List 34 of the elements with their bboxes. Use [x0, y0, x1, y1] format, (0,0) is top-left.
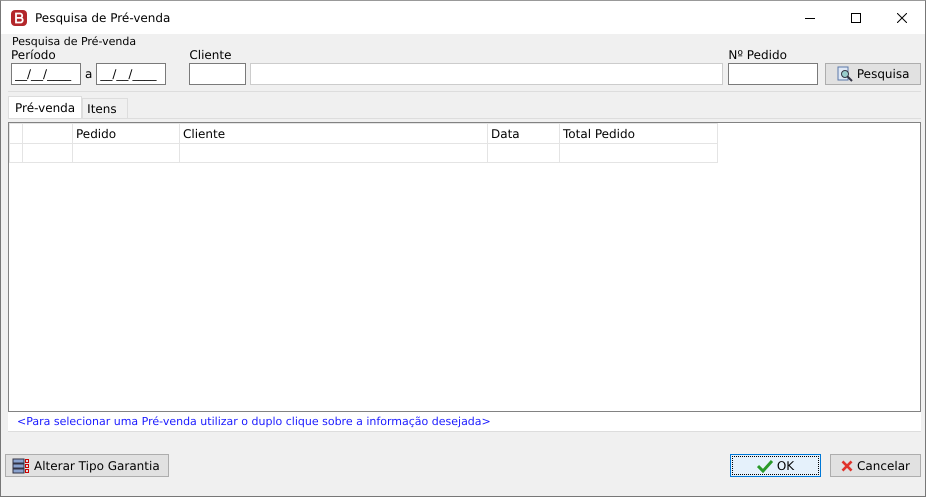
tab[interactable]: Itens	[82, 98, 128, 118]
date-from-field[interactable]: __/__/____	[11, 63, 81, 85]
search-icon	[836, 66, 853, 82]
header-cell	[22, 124, 72, 144]
client-code-field[interactable]	[189, 63, 246, 85]
cancel-button[interactable]: Cancelar	[830, 454, 921, 477]
maximize-icon	[851, 12, 861, 22]
tab[interactable]: Pré-venda	[8, 96, 82, 118]
table-cell	[488, 144, 560, 162]
client-name-field[interactable]	[250, 63, 724, 85]
hint-text: <Para selecionar uma Pré-venda utilizar o duplo clique sobre a informação desejada>	[17, 415, 491, 428]
client-label: Cliente	[189, 48, 232, 62]
column-header: Total Pedido	[560, 124, 718, 144]
group-title: Pesquisa de Pré-venda	[12, 35, 138, 48]
separator-label: a	[85, 67, 92, 81]
close-icon	[897, 12, 907, 22]
period-label: Período	[11, 48, 57, 62]
list-icon	[12, 458, 30, 474]
close-icon	[841, 458, 854, 474]
date-to-field[interactable]: __/__/____	[96, 63, 166, 85]
table-cell	[22, 144, 72, 162]
app-logo-icon	[11, 10, 27, 26]
column-header: Pedido	[72, 124, 180, 144]
order-number-field[interactable]	[728, 63, 818, 85]
checkmark-icon	[756, 458, 773, 472]
search-button[interactable]: Pesquisa	[825, 63, 921, 85]
window-title: Pesquisa de Pré-venda	[35, 10, 170, 24]
ok-button[interactable]: OK	[730, 454, 821, 477]
order-number-label: Nº Pedido	[728, 48, 788, 62]
column-header: Data	[488, 124, 560, 144]
alter-warranty-button[interactable]: Alterar Tipo Garantia	[5, 454, 169, 477]
row-indicator-cell	[10, 124, 22, 144]
row-indicator-cell	[10, 144, 22, 162]
column-header: Cliente	[180, 124, 488, 144]
